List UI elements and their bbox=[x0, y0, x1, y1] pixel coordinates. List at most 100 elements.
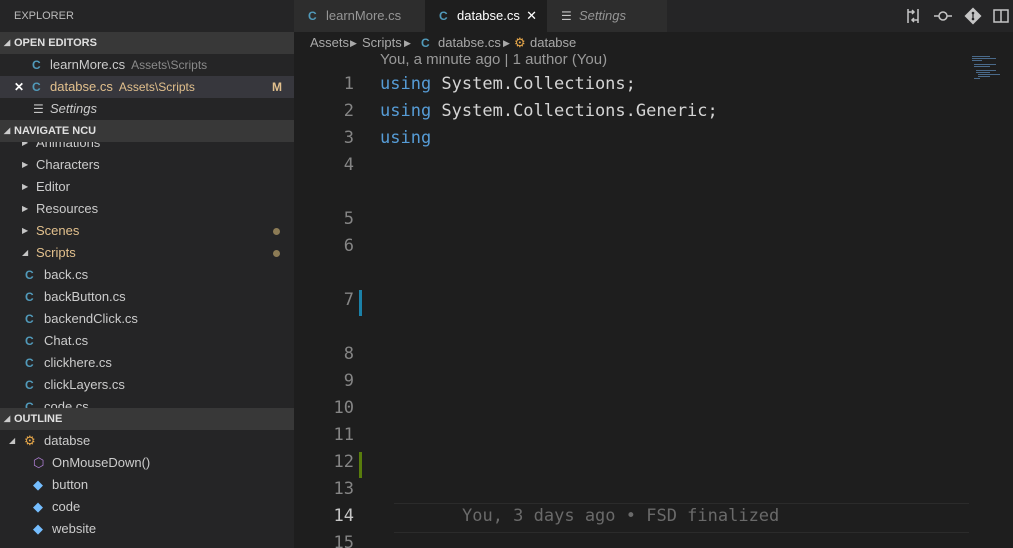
chevron-down-icon: ◢ bbox=[4, 126, 11, 135]
file-item[interactable]: CbackButton.cs bbox=[0, 286, 294, 308]
breadcrumb-item[interactable]: Scripts bbox=[362, 32, 402, 54]
csharp-icon: C bbox=[439, 9, 448, 23]
chevron-down-icon: ◢ bbox=[22, 248, 29, 257]
csharp-icon: C bbox=[32, 58, 41, 72]
line-number: 15 bbox=[333, 533, 354, 548]
code-line: using bbox=[380, 128, 432, 148]
file-item[interactable]: Cback.cs bbox=[0, 264, 294, 286]
file-tree: ▶ Animations ▶ Characters ▶ Editor ▶ Resourc… bbox=[0, 142, 294, 408]
file-item[interactable]: CbackendClick.cs bbox=[0, 308, 294, 330]
file-item[interactable]: C Chat.cs bbox=[0, 330, 294, 352]
breadcrumb: Assets ▶ Scripts ▶ C databse.cs ▶ ⚙ data… bbox=[294, 32, 1013, 54]
field-icon: ◆ bbox=[33, 521, 43, 536]
git-history-icon[interactable] bbox=[933, 6, 953, 26]
breadcrumb-item[interactable]: databse bbox=[530, 32, 576, 54]
folder-item[interactable]: ▶ Editor bbox=[0, 176, 294, 198]
compare-changes-icon[interactable] bbox=[903, 6, 923, 26]
line-number: 2 bbox=[343, 101, 354, 121]
tab-learnmore[interactable]: C learnMore.cs bbox=[294, 0, 425, 32]
csharp-icon: C bbox=[308, 9, 317, 23]
chevron-right-icon: ▶ bbox=[22, 160, 29, 169]
folder-item[interactable]: ◢ Scripts bbox=[0, 242, 294, 264]
line-number: 7 bbox=[343, 290, 354, 310]
line-number: 8 bbox=[343, 344, 354, 364]
chevron-right-icon: ▶ bbox=[503, 38, 510, 48]
class-icon: ⚙ bbox=[24, 433, 36, 448]
tab-databse[interactable]: C databse.cs ✕ bbox=[425, 0, 547, 32]
breadcrumb-item[interactable]: databse.cs bbox=[438, 32, 501, 54]
file-item[interactable]: CclickLayers.cs bbox=[0, 374, 294, 396]
csharp-icon: C bbox=[25, 334, 34, 348]
open-editor-item[interactable]: C learnMore.cs Assets\Scripts bbox=[0, 54, 294, 76]
line-number: 3 bbox=[343, 128, 354, 148]
class-icon: ⚙ bbox=[514, 35, 526, 50]
code-editor[interactable]: You, a minute ago | 1 author (You) 1 2 3… bbox=[294, 54, 1013, 548]
line-number: 13 bbox=[333, 479, 354, 499]
git-blame-annotation: You, 3 days ago • FSD finalized bbox=[462, 506, 780, 526]
open-editor-item-active[interactable]: ✕ C databse.cs Assets\Scripts M bbox=[0, 76, 294, 98]
code-line: using System.Collections.Generic; bbox=[380, 101, 718, 121]
file-item[interactable]: Cclickhere.cs bbox=[0, 352, 294, 374]
csharp-icon: C bbox=[421, 36, 430, 50]
chevron-right-icon: ▶ bbox=[404, 38, 411, 48]
modified-dot bbox=[273, 250, 280, 257]
modified-dot bbox=[273, 228, 280, 235]
line-number: 11 bbox=[333, 425, 354, 445]
minimap[interactable] bbox=[970, 54, 1013, 114]
line-number: 9 bbox=[343, 371, 354, 391]
outline-member-item[interactable]: ◆ button bbox=[0, 474, 294, 496]
tab-settings[interactable]: ☰ Settings bbox=[547, 0, 667, 32]
outline-member-item[interactable]: ◆ code bbox=[0, 496, 294, 518]
csharp-icon: C bbox=[25, 356, 34, 370]
folder-item[interactable]: ▶ Resources bbox=[0, 198, 294, 220]
chevron-right-icon: ▶ bbox=[22, 182, 29, 191]
split-editor-icon[interactable] bbox=[991, 6, 1011, 26]
close-icon[interactable]: ✕ bbox=[526, 0, 537, 32]
gutter-modified-marker[interactable] bbox=[359, 290, 362, 316]
git-icon[interactable] bbox=[963, 6, 983, 26]
line-number: 1 bbox=[343, 74, 354, 94]
close-icon[interactable]: ✕ bbox=[14, 76, 24, 98]
file-item[interactable]: Ccode.cs bbox=[0, 396, 294, 408]
settings-lines-icon: ☰ bbox=[33, 102, 44, 116]
chevron-right-icon: ▶ bbox=[22, 142, 29, 147]
breadcrumb-item[interactable]: Assets bbox=[310, 32, 349, 54]
settings-lines-icon: ☰ bbox=[561, 9, 572, 23]
editor-tab-bar: C learnMore.cs C databse.cs ✕ ☰ Settings bbox=[294, 0, 1013, 32]
line-number-current: 14 bbox=[333, 506, 354, 526]
folder-item[interactable]: ▶ Animations bbox=[0, 142, 294, 154]
csharp-icon: C bbox=[25, 290, 34, 304]
line-number: 4 bbox=[343, 155, 354, 175]
line-number: 12 bbox=[333, 452, 354, 472]
field-icon: ◆ bbox=[33, 499, 43, 514]
modified-badge: M bbox=[272, 80, 282, 94]
outline-member-item[interactable]: ◆ website bbox=[0, 518, 294, 540]
code-line: using System.Collections; bbox=[380, 74, 636, 94]
csharp-icon: C bbox=[32, 80, 41, 94]
explorer-sidebar: EXPLORER ◢ OPEN EDITORS C learnMore.cs As… bbox=[0, 0, 294, 548]
folder-item[interactable]: ▶ Characters bbox=[0, 154, 294, 176]
csharp-icon: C bbox=[25, 312, 34, 326]
outline-header[interactable]: ◢ OUTLINE bbox=[0, 408, 294, 430]
chevron-down-icon: ◢ bbox=[9, 436, 16, 445]
navigate-header[interactable]: ◢ NAVIGATE NCU bbox=[0, 120, 294, 142]
csharp-icon: C bbox=[25, 268, 34, 282]
method-icon: ⬡ bbox=[33, 455, 45, 470]
outline-class-item[interactable]: ◢ ⚙ databse bbox=[0, 430, 294, 452]
chevron-down-icon: ◢ bbox=[4, 414, 11, 423]
chevron-right-icon: ▶ bbox=[22, 226, 29, 235]
line-number: 5 bbox=[343, 209, 354, 229]
codelens[interactable]: You, a minute ago | 1 author (You) bbox=[380, 54, 607, 68]
chevron-right-icon: ▶ bbox=[22, 204, 29, 213]
open-editor-item[interactable]: ☰ Settings bbox=[0, 98, 294, 120]
explorer-title: EXPLORER bbox=[14, 10, 74, 22]
outline-member-item[interactable]: ⬡ OnMouseDown() bbox=[0, 452, 294, 474]
open-editors-header[interactable]: ◢ OPEN EDITORS bbox=[0, 32, 294, 54]
folder-item[interactable]: ▶ Scenes bbox=[0, 220, 294, 242]
chevron-down-icon: ◢ bbox=[4, 38, 11, 47]
gutter-added-marker[interactable] bbox=[359, 452, 362, 478]
csharp-icon: C bbox=[25, 378, 34, 392]
line-number: 10 bbox=[333, 398, 354, 418]
field-icon: ◆ bbox=[33, 477, 43, 492]
line-number: 6 bbox=[343, 236, 354, 256]
